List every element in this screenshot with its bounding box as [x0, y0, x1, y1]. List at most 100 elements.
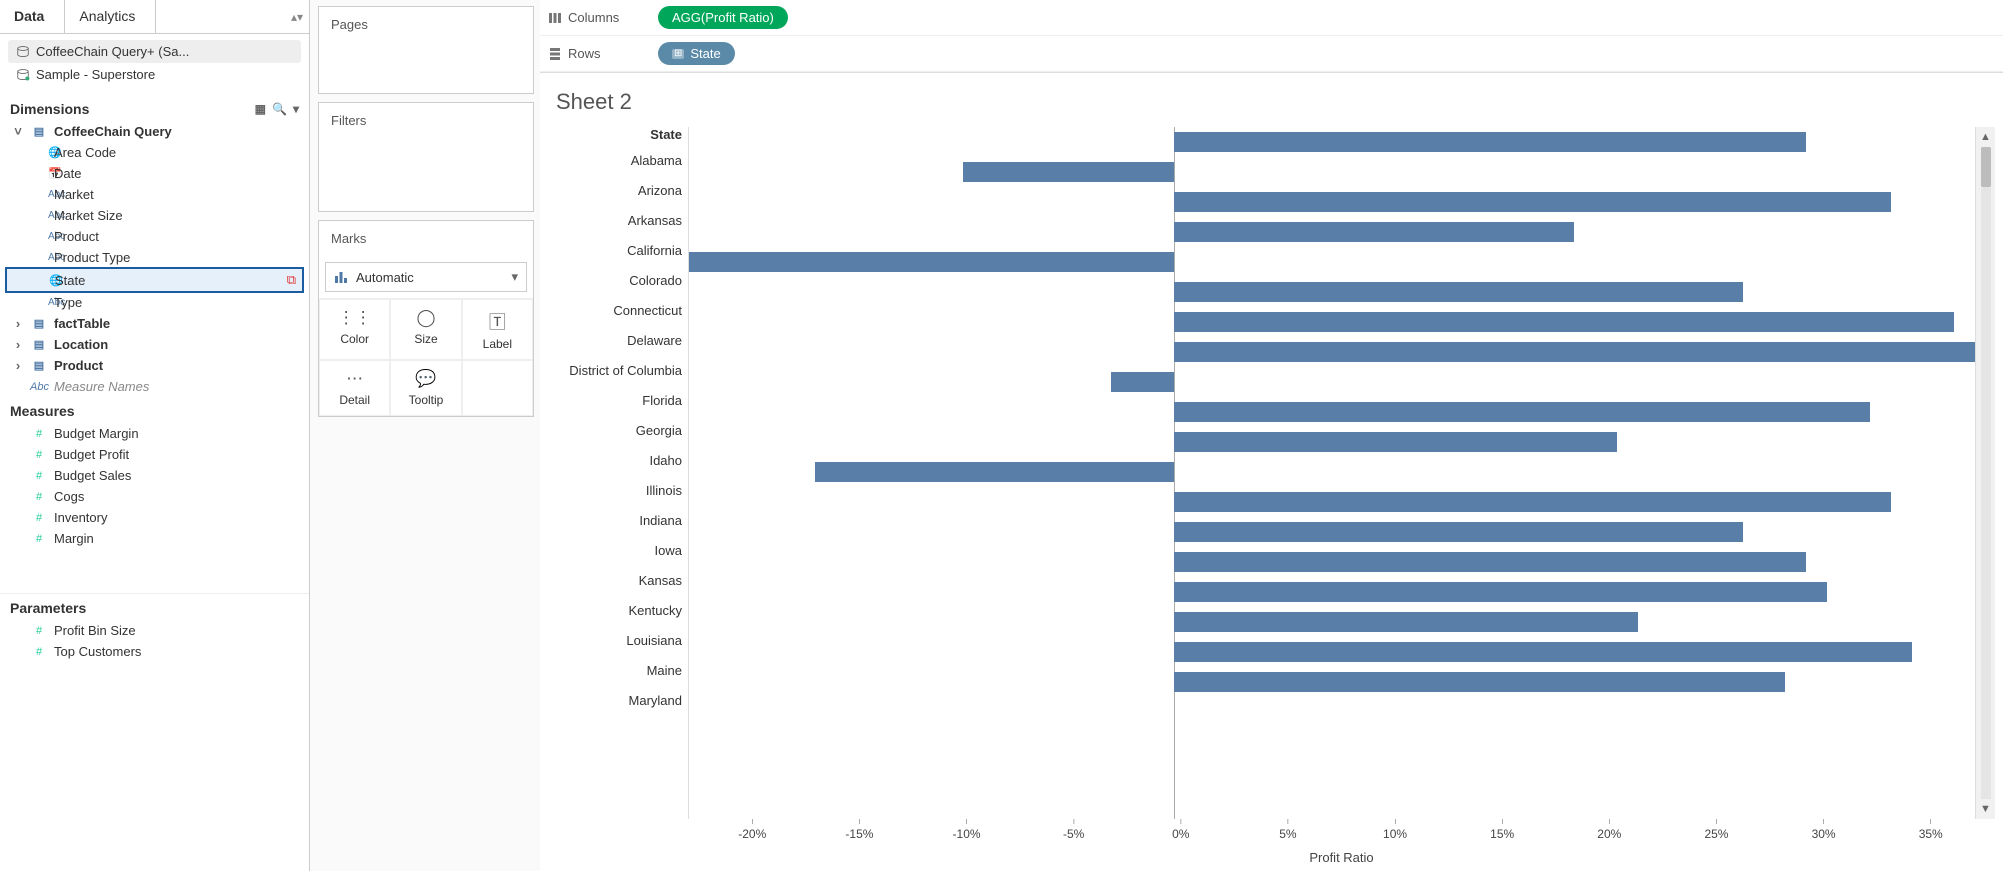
sheet-title[interactable]: Sheet 2 — [548, 83, 1995, 127]
measure-field[interactable]: #Margin — [6, 528, 303, 549]
bar[interactable] — [1174, 552, 1806, 572]
tree-group-collapsed[interactable]: › ▤ Location — [6, 334, 303, 355]
state-label[interactable]: Florida — [548, 386, 682, 416]
state-label[interactable]: Maryland — [548, 686, 682, 716]
state-label[interactable]: Delaware — [548, 326, 682, 356]
state-label[interactable]: Arkansas — [548, 206, 682, 236]
bar[interactable] — [1174, 642, 1912, 662]
scroll-track[interactable] — [1981, 147, 1991, 799]
state-label[interactable]: Connecticut — [548, 296, 682, 326]
bar[interactable] — [1174, 492, 1891, 512]
marks-card-title: Marks — [319, 221, 533, 256]
dimension-field[interactable]: Abc Product — [6, 226, 303, 247]
state-label[interactable]: Alabama — [548, 146, 682, 176]
chevron-right-icon[interactable]: › — [12, 337, 24, 352]
tree-group[interactable]: ˅ ▤ CoffeeChain Query — [6, 121, 303, 142]
state-label[interactable]: Louisiana — [548, 626, 682, 656]
marks-tooltip-button[interactable]: 💬Tooltip — [390, 360, 461, 416]
bar[interactable] — [1174, 132, 1806, 152]
state-label[interactable]: California — [548, 236, 682, 266]
dimension-field[interactable]: 🌐 Area Code — [6, 142, 303, 163]
filters-card[interactable]: Filters — [318, 102, 534, 212]
bar[interactable] — [1174, 282, 1743, 302]
bar[interactable] — [1111, 372, 1174, 392]
state-label[interactable]: Iowa — [548, 536, 682, 566]
chevron-right-icon[interactable]: › — [12, 316, 24, 331]
dimension-field[interactable]: Abc Market — [6, 184, 303, 205]
hash-icon: # — [30, 449, 48, 461]
state-label[interactable]: Kentucky — [548, 596, 682, 626]
bar[interactable] — [1174, 582, 1828, 602]
marks-size-button[interactable]: ◯Size — [390, 299, 461, 360]
tab-analytics[interactable]: Analytics — [65, 0, 155, 33]
pages-card[interactable]: Pages — [318, 6, 534, 94]
columns-shelf[interactable]: Columns AGG(Profit Ratio) — [540, 0, 2003, 36]
menu-caret-icon[interactable]: ▾ — [293, 102, 299, 116]
vertical-scrollbar[interactable]: ▲ ▼ — [1975, 127, 1995, 819]
dimension-field[interactable]: 📅 Date — [6, 163, 303, 184]
tree-group-collapsed[interactable]: › ▤ factTable — [6, 313, 303, 334]
marks-type-dropdown[interactable]: Automatic ▾ — [325, 262, 527, 292]
pill-profit-ratio[interactable]: AGG(Profit Ratio) — [658, 6, 788, 29]
state-label[interactable]: Illinois — [548, 476, 682, 506]
measure-field[interactable]: #Inventory — [6, 507, 303, 528]
x-tick: 25% — [1704, 819, 1728, 841]
scroll-down-icon[interactable]: ▼ — [1980, 799, 1991, 819]
state-label[interactable]: Kansas — [548, 566, 682, 596]
bar[interactable] — [1174, 222, 1575, 242]
state-label[interactable]: Georgia — [548, 416, 682, 446]
bar[interactable] — [1174, 192, 1891, 212]
state-label[interactable]: Indiana — [548, 506, 682, 536]
bar[interactable] — [815, 462, 1173, 482]
chevron-down-icon[interactable]: ˅ — [12, 124, 24, 139]
marks-label-button[interactable]: 🅃Label — [462, 299, 533, 360]
x-axis[interactable]: Profit Ratio -20%-15%-10%-5%0%5%10%15%20… — [688, 819, 1995, 865]
data-source-item[interactable]: Sample - Superstore — [8, 63, 301, 86]
x-tick: 30% — [1812, 819, 1836, 841]
bar-row — [689, 277, 1975, 307]
chevron-right-icon[interactable]: › — [12, 358, 24, 373]
scroll-up-icon[interactable]: ▲ — [1980, 127, 1991, 147]
bar-row — [689, 337, 1975, 367]
state-label[interactable]: Maine — [548, 656, 682, 686]
data-source-item[interactable]: CoffeeChain Query+ (Sa... — [8, 40, 301, 63]
bar[interactable] — [1174, 522, 1743, 542]
measure-field[interactable]: #Budget Profit — [6, 444, 303, 465]
scroll-thumb[interactable] — [1981, 147, 1991, 187]
marks-color-button[interactable]: ⋮⋮Color — [319, 299, 390, 360]
bar[interactable] — [689, 252, 1174, 272]
bar[interactable] — [1174, 342, 1975, 362]
tab-data[interactable]: Data — [0, 0, 65, 33]
bar[interactable] — [1174, 312, 1954, 332]
parameter-field[interactable]: #Profit Bin Size — [6, 620, 303, 641]
updown-icon[interactable]: ▴▾ — [291, 10, 303, 24]
search-icon[interactable]: 🔍 — [272, 102, 287, 116]
dimension-field[interactable]: Abc Market Size — [6, 205, 303, 226]
state-label[interactable]: Arizona — [548, 176, 682, 206]
pill-state[interactable]: ⊞ State — [658, 42, 735, 65]
x-tick: -20% — [738, 819, 766, 841]
bar[interactable] — [1174, 612, 1638, 632]
dimension-field[interactable]: Abc Type — [6, 292, 303, 313]
dimension-field[interactable]: 🌐 State ⧉ — [5, 267, 304, 293]
bar[interactable] — [1174, 432, 1617, 452]
measure-field[interactable]: #Budget Margin — [6, 423, 303, 444]
state-label[interactable]: Idaho — [548, 446, 682, 476]
bar[interactable] — [1174, 672, 1785, 692]
chart-area: State AlabamaArizonaArkansasCaliforniaCo… — [548, 127, 1995, 819]
expand-icon[interactable]: ⊞ — [672, 49, 684, 59]
bar[interactable] — [963, 162, 1174, 182]
parameter-field[interactable]: #Top Customers — [6, 641, 303, 662]
tree-group-collapsed[interactable]: › ▤ Product — [6, 355, 303, 376]
bar[interactable] — [1174, 402, 1870, 422]
state-label[interactable]: Colorado — [548, 266, 682, 296]
measure-field[interactable]: #Cogs — [6, 486, 303, 507]
measure-names-field[interactable]: Abc Measure Names — [6, 376, 303, 397]
bars-plot[interactable] — [688, 127, 1975, 819]
grid-icon[interactable]: ▦ — [255, 102, 266, 116]
measure-field[interactable]: #Budget Sales — [6, 465, 303, 486]
marks-detail-button[interactable]: ⋯Detail — [319, 360, 390, 416]
dimension-field[interactable]: Abc Product Type — [6, 247, 303, 268]
state-label[interactable]: District of Columbia — [548, 356, 682, 386]
rows-shelf[interactable]: Rows ⊞ State — [540, 36, 2003, 72]
